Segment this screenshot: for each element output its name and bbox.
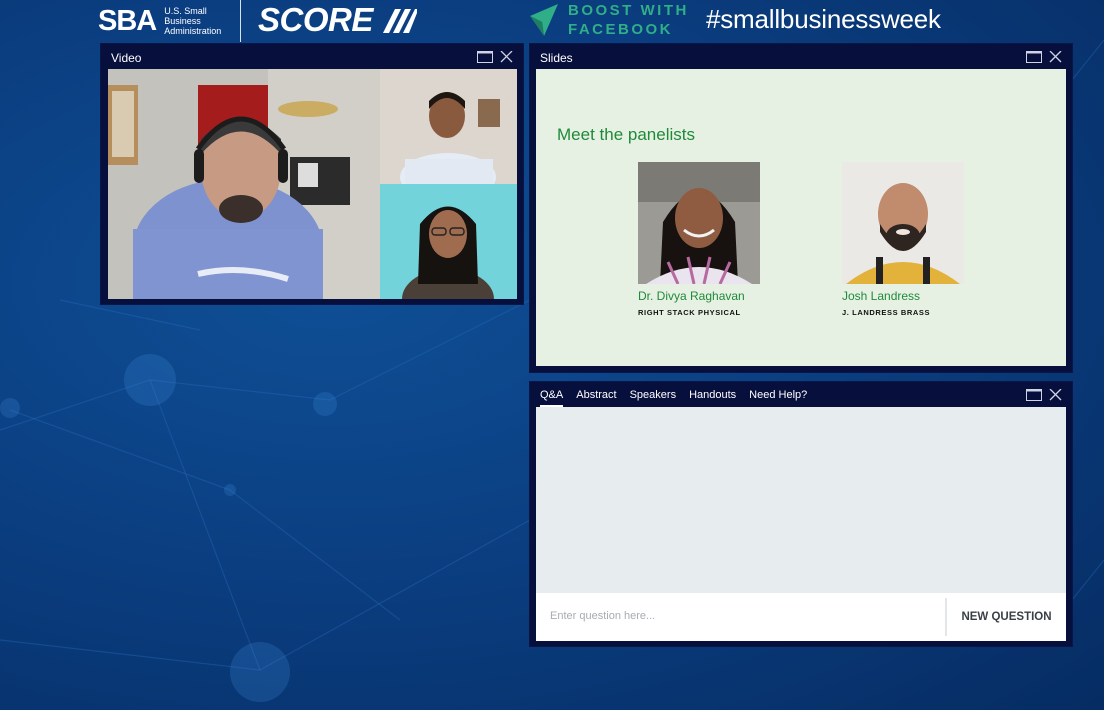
- tab-handouts[interactable]: Handouts: [689, 389, 736, 408]
- maximize-icon[interactable]: [1026, 51, 1042, 63]
- header-banner: SBA U.S. Small Business Administration S…: [0, 0, 1104, 43]
- tab-speakers[interactable]: Speakers: [630, 389, 676, 408]
- tab-abstract[interactable]: Abstract: [576, 389, 616, 408]
- qa-panel-header: Q&A Abstract Speakers Handouts Need Help…: [530, 382, 1072, 408]
- maximize-icon[interactable]: [1026, 389, 1042, 401]
- tab-need-help[interactable]: Need Help?: [749, 389, 807, 408]
- main-speaker-video: [108, 69, 380, 299]
- slides-panel-title: Slides: [540, 51, 573, 65]
- boost-text-line1: BOOST WITH: [568, 2, 689, 19]
- video-panel-title: Video: [111, 51, 142, 65]
- panelist-company: RIGHT STACK PHYSICAL: [638, 308, 741, 317]
- panelist-video-1: [380, 69, 517, 184]
- video-feed[interactable]: [108, 69, 517, 299]
- score-logo: SCORE: [258, 1, 417, 39]
- close-icon[interactable]: [500, 51, 513, 63]
- close-icon[interactable]: [1049, 51, 1062, 63]
- close-icon[interactable]: [1049, 389, 1062, 401]
- boost-arrow-icon: [530, 4, 558, 36]
- video-panel: Video: [101, 44, 523, 304]
- qa-input-bar: NEW QUESTION: [536, 593, 1066, 641]
- sba-logo: SBA U.S. Small Business Administration: [98, 2, 244, 40]
- video-panel-header: Video: [101, 44, 523, 68]
- boost-text-line2: FACEBOOK: [568, 21, 674, 38]
- maximize-icon[interactable]: [477, 51, 493, 63]
- slide-heading: Meet the panelists: [557, 125, 695, 144]
- score-stripes-icon: [382, 9, 417, 33]
- panelist-company: J. LANDRESS BRASS: [842, 308, 931, 317]
- qa-tabs: Q&A Abstract Speakers Handouts Need Help…: [540, 389, 820, 408]
- panelist-video-2: [380, 184, 517, 299]
- panelist-name: Josh Landress: [842, 289, 921, 303]
- tab-qa[interactable]: Q&A: [540, 389, 564, 408]
- question-input[interactable]: [536, 593, 972, 639]
- sba-mark: SBA: [98, 4, 157, 37]
- logo-divider: [240, 0, 241, 42]
- qa-question-list: [536, 407, 1066, 593]
- hashtag-text: #smallbusinessweek: [706, 4, 941, 34]
- slides-panel: Slides Meet the panelists Dr. Divya Ragh…: [530, 44, 1072, 372]
- boost-with-facebook-logo: BOOST WITH FACEBOOK: [528, 1, 689, 39]
- qa-panel: Q&A Abstract Speakers Handouts Need Help…: [530, 382, 1072, 646]
- panelist-photo-divya: [638, 162, 760, 284]
- panelist-photo-josh: [842, 162, 964, 284]
- score-text: SCORE: [258, 1, 373, 38]
- slides-panel-header: Slides: [530, 44, 1072, 68]
- panelist-name: Dr. Divya Raghavan: [638, 289, 745, 303]
- sba-text: U.S. Small Business Administration: [164, 6, 222, 36]
- new-question-button[interactable]: NEW QUESTION: [947, 593, 1066, 641]
- slide-content: Meet the panelists Dr. Divya Raghavan RI…: [536, 69, 1066, 366]
